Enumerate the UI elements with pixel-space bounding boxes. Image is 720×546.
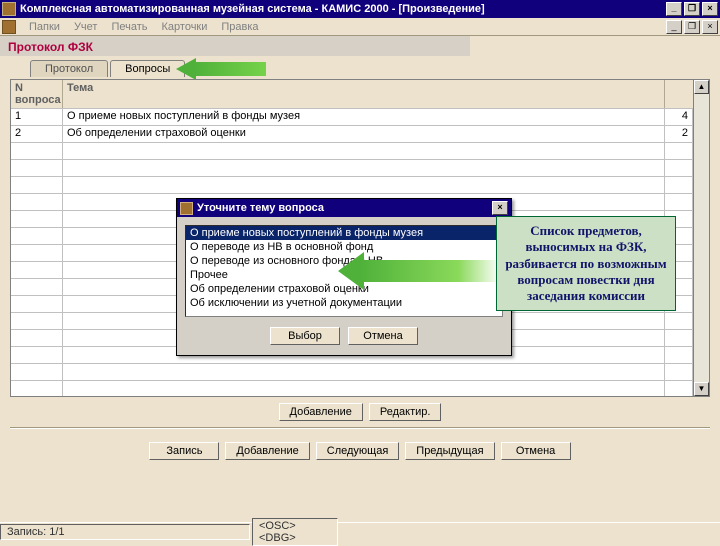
- dialog-cancel-button[interactable]: Отмена: [348, 327, 418, 345]
- divider: [10, 427, 710, 428]
- add-button[interactable]: Добавление: [279, 403, 363, 421]
- tab-protocol[interactable]: Протокол: [30, 60, 108, 77]
- window-title: Комплексная автоматизированная музейная …: [20, 3, 666, 15]
- scroll-down-icon[interactable]: ▼: [694, 382, 709, 396]
- table-row[interactable]: [11, 380, 693, 396]
- table-row[interactable]: [11, 159, 693, 176]
- statusbar: Запись: 1/1 <OSC> <DBG>: [0, 522, 720, 540]
- dialog-icon: [180, 202, 193, 215]
- close-button[interactable]: ×: [702, 2, 718, 16]
- dialog-close-button[interactable]: ×: [492, 201, 508, 215]
- menu-uchet[interactable]: Учет: [67, 21, 105, 33]
- titlebar: Комплексная автоматизированная музейная …: [0, 0, 720, 18]
- mdi-maximize-button[interactable]: ❐: [684, 20, 700, 34]
- cancel-button[interactable]: Отмена: [501, 442, 571, 460]
- status-indicators: <OSC> <DBG>: [252, 518, 338, 546]
- menubar: Папки Учет Печать Карточки Правка _ ❐ ×: [0, 18, 720, 36]
- maximize-button[interactable]: ❐: [684, 2, 700, 16]
- dialog-title: Уточните тему вопроса: [197, 202, 492, 214]
- table-row[interactable]: [11, 363, 693, 380]
- section-title: Протокол ФЗК: [0, 36, 470, 56]
- col-header-count: [665, 80, 693, 108]
- dialog-choose-button[interactable]: Выбор: [270, 327, 340, 345]
- menu-kartochki[interactable]: Карточки: [155, 21, 215, 33]
- edit-button[interactable]: Редактир.: [369, 403, 442, 421]
- table-row[interactable]: [11, 176, 693, 193]
- grid-scrollbar[interactable]: ▲ ▼: [693, 80, 709, 396]
- status-record: Запись: 1/1: [0, 524, 250, 540]
- dialog-option[interactable]: Об исключении из учетной документации: [186, 296, 502, 310]
- table-row[interactable]: 2Об определении страховой оценки2: [11, 125, 693, 142]
- menu-pechat[interactable]: Печать: [104, 21, 154, 33]
- grid-button-row: Добавление Редактир.: [0, 397, 720, 423]
- annotation-callout: Список предметов, выносимых на ФЗК, разб…: [496, 216, 676, 311]
- table-row[interactable]: [11, 142, 693, 159]
- save-button[interactable]: Запись: [149, 442, 219, 460]
- tab-questions[interactable]: Вопросы: [110, 60, 185, 77]
- add2-button[interactable]: Добавление: [225, 442, 309, 460]
- col-header-topic: Тема: [63, 80, 665, 108]
- next-button[interactable]: Следующая: [316, 442, 400, 460]
- prev-button[interactable]: Предыдущая: [405, 442, 494, 460]
- dialog-titlebar: Уточните тему вопроса ×: [177, 199, 511, 217]
- doc-icon: [2, 20, 16, 34]
- minimize-button[interactable]: _: [666, 2, 682, 16]
- mdi-minimize-button[interactable]: _: [666, 20, 682, 34]
- dialog-option[interactable]: О приеме новых поступлений в фонды музея: [186, 226, 502, 240]
- mdi-close-button[interactable]: ×: [702, 20, 718, 34]
- table-row[interactable]: 1О приеме новых поступлений в фонды музе…: [11, 108, 693, 125]
- annotation-arrow-tabs: [176, 58, 266, 80]
- grid-header: N вопроса Тема: [11, 80, 693, 108]
- app-icon: [2, 2, 16, 16]
- col-header-number: N вопроса: [11, 80, 63, 108]
- main-button-row: Запись Добавление Следующая Предыдущая О…: [0, 432, 720, 466]
- scroll-up-icon[interactable]: ▲: [694, 80, 709, 94]
- tabs: Протокол Вопросы: [0, 56, 720, 77]
- menu-pravka[interactable]: Правка: [214, 21, 265, 33]
- menu-papki[interactable]: Папки: [22, 21, 67, 33]
